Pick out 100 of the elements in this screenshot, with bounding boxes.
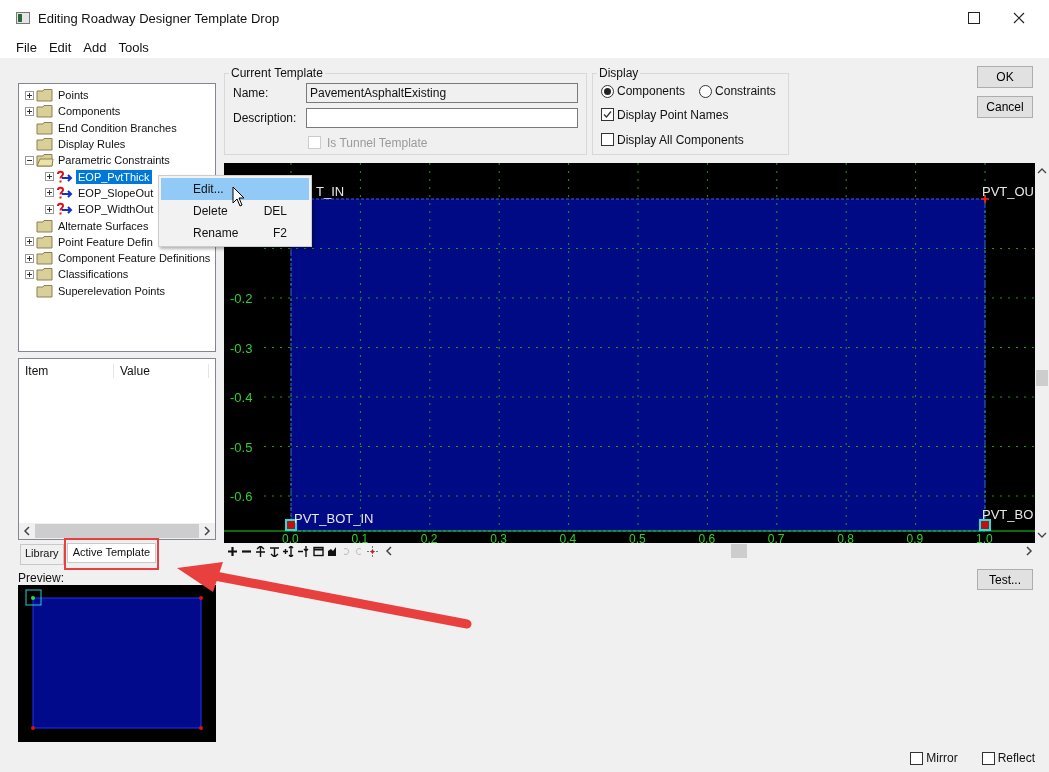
crosshair-icon[interactable] <box>367 545 378 557</box>
axis-label: 0.8 <box>837 532 854 543</box>
mouse-pointer-icon <box>232 186 246 208</box>
tree-item[interactable]: EOP_WidthOut <box>76 202 156 217</box>
menu-item[interactable]: Edit... <box>161 178 309 200</box>
point-name: PVT_BOT_IN <box>294 511 374 526</box>
radio-label: Components <box>617 84 686 98</box>
window-icon[interactable] <box>313 545 324 557</box>
folder-icon <box>36 234 54 249</box>
app-icon <box>16 12 30 24</box>
folder-icon <box>36 88 54 103</box>
axis-label: -0.6 <box>230 489 253 504</box>
tree-item[interactable]: EOP_PvtThick <box>76 169 152 184</box>
checkbox[interactable] <box>601 108 614 121</box>
expander-icon[interactable] <box>45 172 54 182</box>
expander-icon[interactable] <box>25 106 34 116</box>
tree-item[interactable]: Points <box>56 88 91 103</box>
radio-button[interactable] <box>601 84 614 98</box>
tree-item[interactable]: Classifications <box>56 267 131 282</box>
folder-icon <box>36 251 54 266</box>
axis-label: -0.4 <box>230 390 253 405</box>
column-header[interactable]: Value <box>114 364 209 378</box>
column-header[interactable]: Item <box>19 364 114 378</box>
maximize-icon[interactable] <box>968 12 980 24</box>
scroll-left-icon[interactable] <box>23 526 31 536</box>
menu-item-label: Edit... <box>193 182 225 196</box>
folder-icon <box>36 137 54 152</box>
preview-label: Preview: <box>18 571 65 585</box>
scroll-left-icon[interactable] <box>385 546 393 556</box>
checkbox-label: Mirror <box>926 751 958 765</box>
contract-icon[interactable] <box>298 545 310 557</box>
expander-icon[interactable] <box>45 204 54 214</box>
move-icon[interactable] <box>255 545 266 557</box>
tree-item[interactable]: Components <box>56 104 123 119</box>
axis-label: 0.4 <box>559 532 577 543</box>
radio-button[interactable] <box>699 84 713 98</box>
point-marker-icon[interactable] <box>285 519 297 531</box>
scroll-right-icon[interactable] <box>1025 546 1033 556</box>
folder-icon <box>36 218 54 233</box>
horizontal-scrollbar[interactable] <box>19 523 215 539</box>
dialog-button[interactable]: Cancel <box>977 96 1033 118</box>
tree-item[interactable]: End Condition Branches <box>56 120 179 135</box>
scroll-up-icon[interactable] <box>1037 167 1047 175</box>
folder-icon <box>36 267 54 282</box>
test-button[interactable]: Test... <box>977 569 1033 590</box>
axis-label: -0.5 <box>230 439 253 455</box>
window-title: Editing Roadway Designer Template Drop <box>38 10 280 26</box>
name-field[interactable]: PavementAsphaltExisting <box>306 82 578 103</box>
group-title: Current Template <box>230 66 324 80</box>
constraint-icon <box>56 169 74 184</box>
shortcut-label: DEL <box>263 204 287 218</box>
field-label: Name: <box>233 85 270 100</box>
checkbox-label: Display Point Names <box>617 107 729 122</box>
expander-icon[interactable] <box>25 269 34 279</box>
menu-item[interactable]: File <box>16 39 37 55</box>
tab[interactable]: Library <box>20 544 64 565</box>
folder-icon <box>36 283 54 298</box>
zoom-in-icon[interactable] <box>227 545 238 557</box>
expander-icon[interactable] <box>25 155 34 165</box>
checkbox[interactable] <box>601 133 614 146</box>
expander-icon[interactable] <box>25 237 34 247</box>
expander-icon[interactable] <box>25 90 34 100</box>
expander-icon[interactable] <box>45 188 54 198</box>
move-icon[interactable] <box>269 545 280 557</box>
tree-item[interactable]: Parametric Constraints <box>56 153 172 168</box>
menu-item[interactable]: Edit <box>48 39 72 55</box>
folder-icon <box>36 104 54 119</box>
axis-label: 0.1 <box>351 532 369 543</box>
horizontal-scrollbar[interactable] <box>385 544 1033 558</box>
menu-item[interactable]: Tools <box>118 39 149 55</box>
axis-label: 0.7 <box>767 532 785 543</box>
expand-icon[interactable] <box>283 545 295 557</box>
expander-icon[interactable] <box>25 253 34 263</box>
tree-item[interactable]: Component Feature Definitions <box>56 251 213 266</box>
menu-item[interactable]: Add <box>83 39 107 55</box>
point-name: PVT_OU <box>982 184 1034 199</box>
scroll-down-icon[interactable] <box>1037 531 1047 539</box>
point-name: T_IN <box>316 184 345 199</box>
dialog-button[interactable]: OK <box>977 66 1033 88</box>
tree-item[interactable]: Superelevation Points <box>56 283 167 298</box>
field-label: Description: <box>233 110 298 125</box>
scrollbar-thumb[interactable] <box>1036 370 1048 386</box>
close-icon[interactable] <box>1013 12 1025 24</box>
tree-item[interactable]: Display Rules <box>56 137 128 152</box>
scroll-right-icon[interactable] <box>203 526 211 536</box>
terrain-icon[interactable] <box>327 545 338 557</box>
axis-label: -0.2 <box>230 291 253 306</box>
tree-item[interactable]: Point Feature Defin <box>56 234 155 249</box>
axis-label: 0.2 <box>420 532 438 543</box>
tree-item[interactable]: Alternate Surfaces <box>56 218 151 233</box>
constraint-icon <box>56 202 74 217</box>
description-field[interactable] <box>306 107 578 128</box>
shortcut-label: F2 <box>273 226 287 240</box>
tree-item[interactable]: EOP_SlopeOut <box>76 185 156 200</box>
axis-label: -0.3 <box>230 340 253 356</box>
checkbox[interactable] <box>981 751 995 765</box>
tab[interactable]: Active Template <box>66 543 157 563</box>
axis-label: 0.0 <box>282 532 299 543</box>
scrollbar-thumb[interactable] <box>731 544 747 558</box>
checkbox[interactable] <box>910 751 924 765</box>
